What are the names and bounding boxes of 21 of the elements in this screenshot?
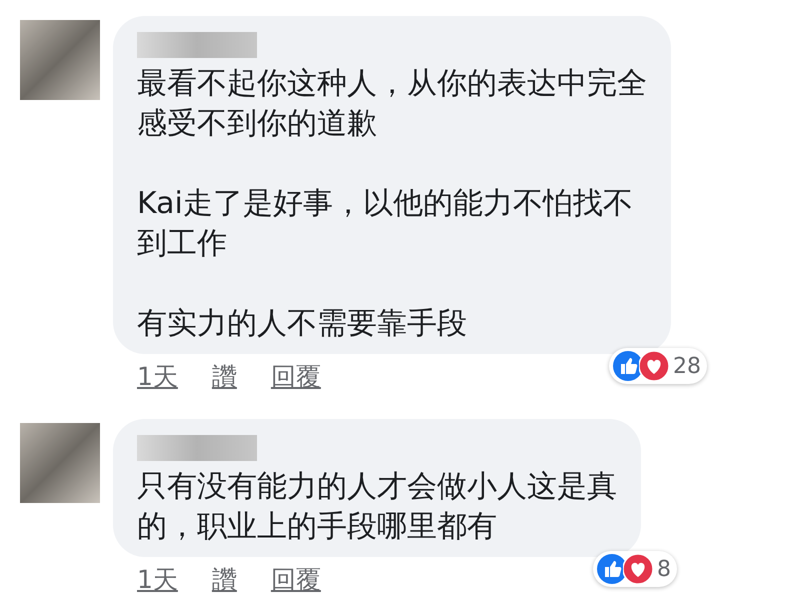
comment-text-line: 最看不起你这种人，从你的表达中完全 bbox=[137, 65, 647, 103]
like-link[interactable]: 讚 bbox=[212, 360, 237, 393]
comment-text-line: 的，职业上的手段哪里都有 bbox=[137, 508, 498, 546]
comment-text-line: 有实力的人不需要靠手段 bbox=[137, 305, 468, 343]
thumbs-up-icon bbox=[613, 351, 643, 381]
reply-link[interactable]: 回覆 bbox=[270, 563, 321, 596]
reaction-badge[interactable]: 8 bbox=[593, 551, 677, 587]
reaction-count: 8 bbox=[657, 556, 671, 582]
timestamp-link[interactable]: 1天 bbox=[137, 360, 178, 393]
timestamp-link[interactable]: 1天 bbox=[137, 563, 178, 596]
thumbs-up-icon bbox=[597, 554, 627, 584]
like-link[interactable]: 讚 bbox=[212, 563, 237, 596]
heart-icon bbox=[639, 351, 669, 381]
reaction-count: 28 bbox=[673, 354, 701, 378]
comment-text-line: Kai走了是好事，以他的能力不怕找不 bbox=[137, 185, 634, 223]
heart-icon bbox=[623, 554, 653, 584]
comment-text-line: 只有没有能力的人才会做小人这是真 bbox=[137, 468, 617, 506]
reply-link[interactable]: 回覆 bbox=[270, 360, 321, 393]
reaction-badge[interactable]: 28 bbox=[609, 348, 707, 384]
comment-text-line: 感受不到你的道歉 bbox=[137, 105, 378, 143]
comment-text-line: 到工作 bbox=[137, 225, 228, 263]
